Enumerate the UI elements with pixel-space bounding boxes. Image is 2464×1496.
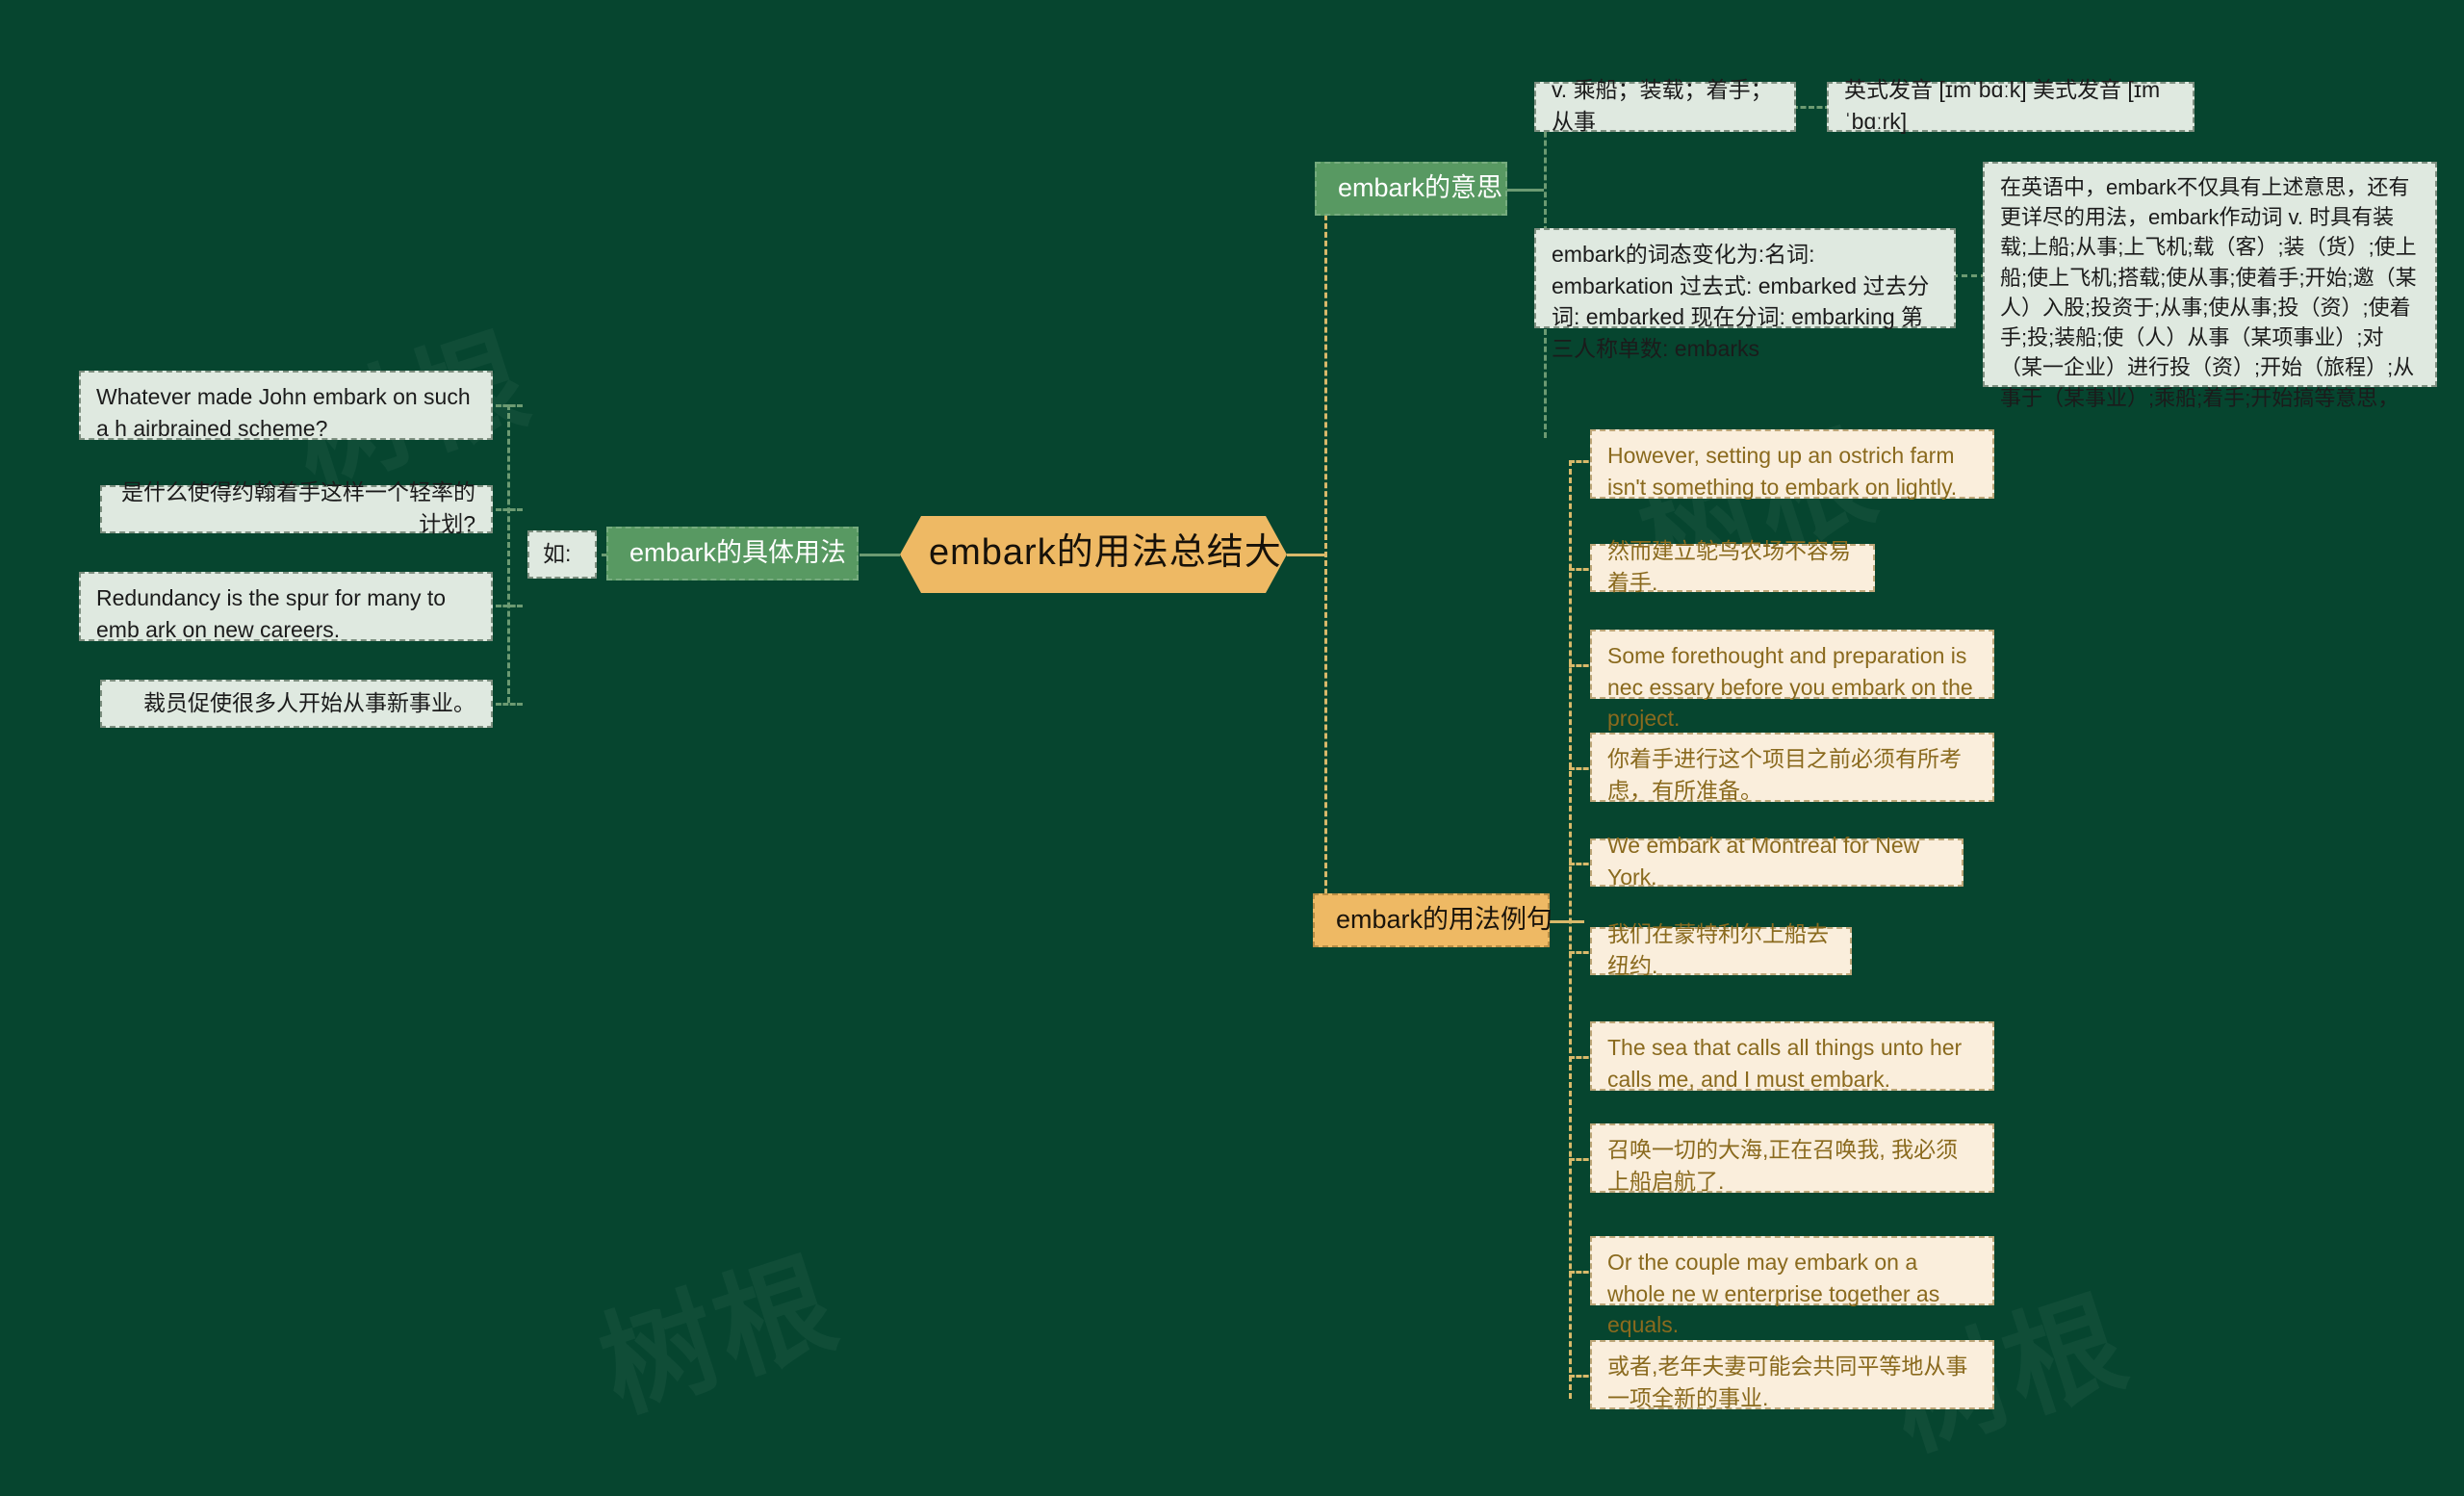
usage-connector-node[interactable]: 如: bbox=[527, 530, 597, 579]
example-sentence-5-text: 我们在蒙特利尔上船去纽约. bbox=[1607, 921, 1829, 978]
example-sentence-8[interactable]: Or the couple may embark on a whole ne w… bbox=[1590, 1236, 1994, 1337]
usage-example-zh-1[interactable]: 是什么使得约翰着手这样一个轻率的计划? bbox=[100, 479, 493, 536]
examples-stub-right bbox=[1548, 920, 1584, 923]
branch-meaning[interactable]: embark的意思 bbox=[1315, 162, 1507, 216]
example-sentence-4[interactable]: We embark at Montreal for New York. bbox=[1590, 833, 1964, 890]
example-sentence-3-text: 你着手进行这个项目之前必须有所考虑，有所准备。 bbox=[1607, 746, 1962, 803]
example-sentence-7[interactable]: 召唤一切的大海,正在召唤我, 我必须上船启航了. bbox=[1590, 1123, 1994, 1194]
wordforms-text: embark的词态变化为:名词: embarkation 过去式: embark… bbox=[1552, 242, 1930, 361]
root-label: embark的用法总结大全 bbox=[929, 532, 1320, 574]
branch-meaning-label: embark的意思 bbox=[1338, 172, 1503, 202]
example-sentence-2[interactable]: Some forethought and preparation is nec … bbox=[1590, 630, 1994, 731]
example-sentence-1-text: 然而建立鸵鸟农场不容易着手. bbox=[1607, 538, 1851, 595]
usage-example-zh-1-text: 是什么使得约翰着手这样一个轻率的计划? bbox=[121, 479, 475, 536]
example-sentence-7-text: 召唤一切的大海,正在召唤我, 我必须上船启航了. bbox=[1607, 1137, 1959, 1194]
usage-subspine bbox=[507, 404, 510, 703]
branch-usage-label: embark的具体用法 bbox=[629, 537, 847, 567]
usage-child-3-connector bbox=[496, 703, 523, 706]
example-sentence-2-text: Some forethought and preparation is nec … bbox=[1607, 643, 1973, 732]
meaning-stub-right bbox=[1505, 189, 1544, 192]
example-sentence-9[interactable]: 或者,老年夫妻可能会共同平等地从事一项全新的事业. bbox=[1590, 1340, 1994, 1410]
usage-example-en-2-text: Redundancy is the spur for many to emb a… bbox=[96, 585, 447, 642]
example-sentence-8-text: Or the couple may embark on a whole ne w… bbox=[1607, 1250, 1940, 1338]
detail-text: 在英语中，embark不仅具有上述意思，还有更详尽的用法，embark作动词 v… bbox=[2000, 175, 2417, 410]
pronunciation-text: 英式发音 [ɪmˈbɑːk] 美式发音 [ɪmˈbɑːrk] bbox=[1844, 77, 2161, 134]
example-sentence-3[interactable]: 你着手进行这个项目之前必须有所考虑，有所准备。 bbox=[1590, 733, 1994, 803]
example-sentence-0-text: However, setting up an ostrich farm isn'… bbox=[1607, 443, 1958, 500]
root-right-stub bbox=[1287, 554, 1325, 556]
meaning-child-pronunciation[interactable]: 英式发音 [ɪmˈbɑːk] 美式发音 [ɪmˈbɑːrk] bbox=[1827, 77, 2194, 134]
pronunciation-connector bbox=[1792, 106, 1831, 109]
root-left-stub bbox=[860, 554, 900, 556]
meaning-definition-text: v. 乘船；装载；着手；从事 bbox=[1552, 77, 1773, 134]
branch-examples[interactable]: embark的用法例句 bbox=[1313, 893, 1553, 947]
detail-connector bbox=[1952, 274, 1987, 277]
usage-example-zh-2[interactable]: 裁员促使很多人开始从事新事业。 bbox=[100, 680, 493, 728]
usage-child-2-connector bbox=[496, 605, 523, 607]
example-sentence-6-text: The sea that calls all things unto her c… bbox=[1607, 1035, 1963, 1092]
root-node[interactable]: embark的用法总结大全 bbox=[900, 516, 1287, 593]
watermark: 树根 bbox=[577, 1209, 856, 1442]
usage-connector-label: 如: bbox=[543, 540, 572, 566]
usage-child-1-connector bbox=[496, 508, 523, 511]
branch-examples-label: embark的用法例句 bbox=[1336, 904, 1553, 934]
example-sentence-4-text: We embark at Montreal for New York. bbox=[1607, 833, 1920, 890]
usage-example-zh-2-text: 裁员促使很多人开始从事新事业。 bbox=[143, 689, 475, 715]
usage-child-0-connector bbox=[496, 404, 523, 407]
usage-example-en-1[interactable]: Whatever made John embark on such a h ai… bbox=[79, 371, 493, 441]
example-sentence-5[interactable]: 我们在蒙特利尔上船去纽约. bbox=[1590, 921, 1852, 978]
example-sentence-0[interactable]: However, setting up an ostrich farm isn'… bbox=[1590, 429, 1994, 500]
example-sentence-1[interactable]: 然而建立鸵鸟农场不容易着手. bbox=[1590, 538, 1875, 595]
examples-subspine bbox=[1569, 460, 1572, 1399]
branch-usage[interactable]: embark的具体用法 bbox=[606, 527, 859, 580]
example-sentence-9-text: 或者,老年夫妻可能会共同平等地从事一项全新的事业. bbox=[1607, 1354, 1968, 1410]
usage-example-en-1-text: Whatever made John embark on such a h ai… bbox=[96, 384, 471, 441]
example-sentence-6[interactable]: The sea that calls all things unto her c… bbox=[1590, 1021, 1994, 1092]
usage-example-en-2[interactable]: Redundancy is the spur for many to emb a… bbox=[79, 572, 493, 642]
meaning-child-detail[interactable]: 在英语中，embark不仅具有上述意思，还有更详尽的用法，embark作动词 v… bbox=[1983, 162, 2437, 410]
meaning-child-wordforms[interactable]: embark的词态变化为:名词: embarkation 过去式: embark… bbox=[1534, 228, 1956, 361]
mindmap-canvas: 树根 树根 树根 树根 embark的用法总结大全 embark的 bbox=[0, 0, 2464, 1496]
meaning-child-definition[interactable]: v. 乘船；装载；着手；从事 bbox=[1534, 77, 1796, 134]
